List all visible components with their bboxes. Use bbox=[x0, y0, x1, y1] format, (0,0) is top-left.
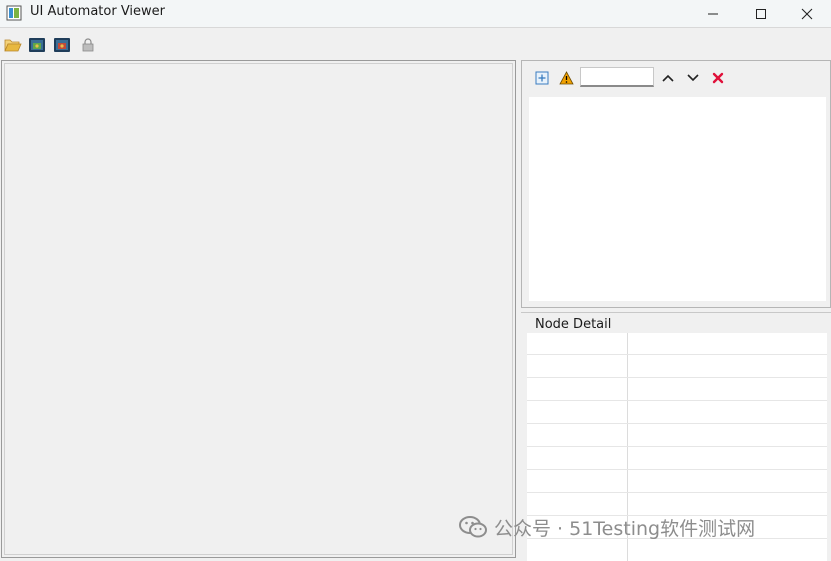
save-icon bbox=[82, 38, 94, 52]
clear-icon bbox=[712, 72, 724, 84]
window-title: UI Automator Viewer bbox=[30, 4, 166, 19]
minimize-icon bbox=[708, 13, 718, 14]
device-screenshot-icon bbox=[29, 38, 45, 52]
close-button[interactable] bbox=[783, 0, 831, 27]
device-screenshot-button[interactable] bbox=[27, 36, 47, 54]
table-row bbox=[527, 354, 827, 355]
device-screenshot-compressed-icon bbox=[54, 38, 70, 52]
table-row bbox=[527, 446, 827, 447]
table-row bbox=[527, 400, 827, 401]
previous-icon bbox=[662, 74, 674, 82]
save-button[interactable] bbox=[78, 36, 98, 54]
previous-button[interactable] bbox=[659, 69, 677, 87]
warning-icon bbox=[558, 71, 574, 85]
open-icon bbox=[4, 39, 22, 52]
maximize-button[interactable] bbox=[737, 0, 785, 27]
expand-all-icon bbox=[535, 71, 549, 85]
screenshot-panel[interactable] bbox=[1, 60, 516, 558]
device-screenshot-compressed-button[interactable] bbox=[52, 36, 72, 54]
wechat-icon bbox=[459, 516, 487, 538]
table-row bbox=[527, 423, 827, 424]
maximize-icon bbox=[756, 8, 766, 19]
open-button[interactable] bbox=[3, 36, 23, 54]
table-row bbox=[527, 469, 827, 470]
expand-all-button[interactable] bbox=[533, 69, 551, 87]
screenshot-canvas bbox=[4, 63, 513, 555]
next-icon bbox=[687, 74, 699, 82]
hierarchy-panel bbox=[521, 60, 831, 308]
app-icon bbox=[6, 5, 22, 21]
warning-button[interactable] bbox=[557, 69, 575, 87]
clear-search-button[interactable] bbox=[709, 69, 727, 87]
minimize-button[interactable] bbox=[689, 0, 737, 27]
table-row bbox=[527, 492, 827, 493]
next-button[interactable] bbox=[684, 69, 702, 87]
hierarchy-tree[interactable] bbox=[529, 97, 826, 301]
title-bar: UI Automator Viewer bbox=[0, 0, 831, 28]
hierarchy-toolbar bbox=[522, 61, 830, 95]
watermark-text: 公众号 · 51Testing软件测试网 bbox=[494, 517, 756, 540]
watermark: 公众号 · 51Testing软件测试网 bbox=[458, 513, 755, 541]
hierarchy-search-input[interactable] bbox=[580, 67, 654, 87]
node-detail-label: Node Detail bbox=[533, 317, 614, 332]
main-toolbar bbox=[0, 30, 831, 58]
table-row bbox=[527, 377, 827, 378]
close-icon bbox=[801, 8, 813, 19]
